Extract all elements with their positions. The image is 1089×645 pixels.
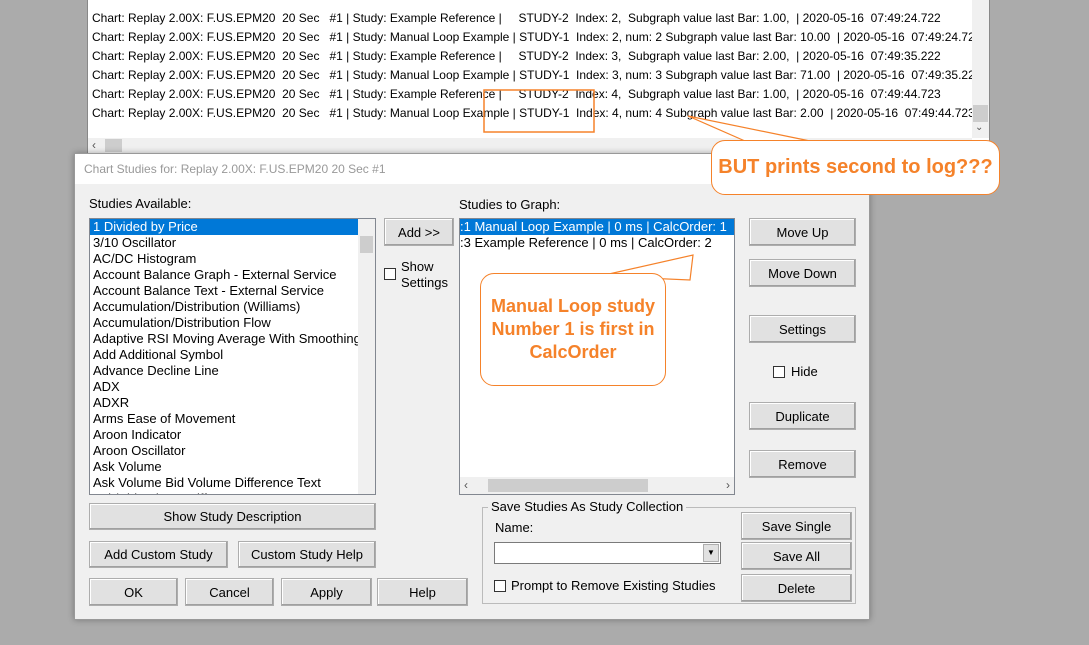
callout-calc-order: Manual Loop study Number 1 is first in C… (480, 273, 666, 386)
highlight-box (483, 89, 595, 133)
callout-log-order: BUT prints second to log??? (711, 140, 1000, 195)
callout-pointer (687, 115, 811, 142)
